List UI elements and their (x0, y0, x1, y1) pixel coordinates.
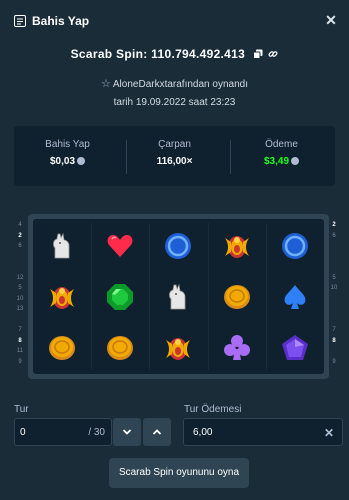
reel-cell (38, 326, 86, 370)
player-line: ☆ AloneDarkxtarafından oynandı (0, 77, 349, 90)
modal-title: Bahis Yap (32, 14, 90, 28)
star-icon: ☆ (101, 78, 111, 90)
reel-separator (91, 223, 93, 370)
multiplier-value: 116,00× (156, 156, 193, 167)
bet-slip-icon (14, 15, 26, 27)
scarab-beetle-icon (50, 287, 74, 309)
blue-ring-icon (165, 233, 192, 259)
chevron-down-icon (122, 429, 132, 435)
chevron-up-icon (152, 429, 162, 435)
gold-coin-icon (49, 336, 75, 360)
round-total: / 30 (88, 427, 105, 438)
reel-cell (96, 224, 144, 268)
reel-cell (96, 326, 144, 370)
play-game-button[interactable]: Scarab Spin oyununu oyna (109, 458, 249, 488)
coin-icon (291, 157, 300, 165)
payline-number: 7 (332, 327, 336, 333)
purple-pentagon-icon (281, 335, 308, 360)
payline-number: 11 (16, 348, 24, 354)
payline-number: 5 (332, 274, 336, 281)
round-payout-field[interactable]: 6,00 ✕ (183, 418, 343, 446)
reel-cell (154, 326, 202, 370)
payline-number: 10 (16, 295, 24, 302)
round-input[interactable]: 0 / 30 (14, 418, 112, 446)
reel-separator (207, 223, 209, 370)
reel-separator (149, 223, 151, 370)
close-icon[interactable]: ✕ (323, 12, 339, 28)
blue-spade-icon (284, 285, 306, 309)
payline-number: 9 (332, 358, 336, 365)
round-down-button[interactable] (113, 418, 141, 446)
payline-number: 13 (16, 306, 24, 312)
date-text: tarih 19.09.2022 saat 23:23 (113, 97, 236, 108)
round-payout-label: Tur Ödemesi (184, 404, 242, 415)
purple-club-icon (223, 335, 250, 360)
payout-stat: Ödeme $3,49 (228, 139, 335, 167)
payline-number: 8 (332, 337, 336, 344)
scarab-beetle-icon (166, 338, 191, 360)
reel-separator (265, 223, 267, 370)
coin-icon (77, 157, 86, 165)
anubis-jackal-icon (53, 232, 70, 259)
bet-label: Bahis Yap (45, 139, 90, 150)
payline-number: 8 (18, 337, 22, 344)
gold-coin-icon (107, 336, 134, 360)
bet-value: $0,03 (14, 156, 121, 167)
reel-cell (271, 275, 319, 319)
red-heart-icon (107, 235, 133, 257)
reel-cell (271, 224, 319, 268)
gold-coin-icon (223, 285, 250, 309)
payline-number: 10 (330, 285, 338, 291)
reel-cell (38, 275, 86, 319)
reel-cell (271, 326, 319, 370)
payline-number: 2 (332, 222, 336, 228)
round-up-button[interactable] (143, 418, 171, 446)
round-payout-value: 6,00 (193, 427, 213, 438)
payline-number: 9 (18, 358, 22, 365)
reel-cell (213, 224, 261, 268)
reel-cell (96, 275, 144, 319)
link-icon[interactable] (268, 49, 278, 59)
payline-number: 12 (16, 274, 24, 281)
player-text[interactable]: AloneDarkxtarafından oynandı (113, 79, 248, 90)
multiplier-stat: Çarpan 116,00× (121, 139, 228, 167)
reel-cell (154, 275, 202, 319)
reel-cell (213, 275, 261, 319)
bet-stat: Bahis Yap $0,03 (14, 139, 121, 167)
scarab-beetle-icon (224, 236, 249, 258)
reel-cell (213, 326, 261, 370)
reel-cell (38, 224, 86, 268)
payline-number: 7 (18, 327, 22, 333)
reel-cell (154, 224, 202, 268)
game-id: Scarab Spin: 110.794.492.413 (0, 47, 349, 61)
copy-icon[interactable] (252, 49, 263, 59)
reel-grid-inner (33, 219, 324, 374)
round-label: Tur (14, 404, 29, 415)
modal-header: Bahis Yap ✕ (0, 0, 349, 42)
payout-value: $3,49 (228, 156, 335, 167)
payline-number: 5 (18, 285, 22, 291)
payline-number: 2 (18, 232, 22, 239)
stats-panel: Bahis Yap $0,03 Çarpan 116,00× Ödeme $3,… (14, 126, 335, 186)
multiplier-label: Çarpan (158, 139, 191, 150)
close-icon[interactable]: ✕ (324, 426, 334, 440)
payline-number: 4 (18, 222, 22, 228)
reel-grid (28, 214, 329, 379)
round-value: 0 (20, 427, 26, 438)
anubis-jackal-icon (169, 283, 186, 310)
payout-label: Ödeme (265, 139, 298, 150)
blue-ring-icon (281, 233, 308, 259)
game-id-text: Scarab Spin: 110.794.492.413 (70, 47, 246, 61)
green-emerald-icon (107, 284, 134, 310)
payline-number: 6 (18, 243, 22, 249)
payline-number: 6 (332, 232, 336, 239)
